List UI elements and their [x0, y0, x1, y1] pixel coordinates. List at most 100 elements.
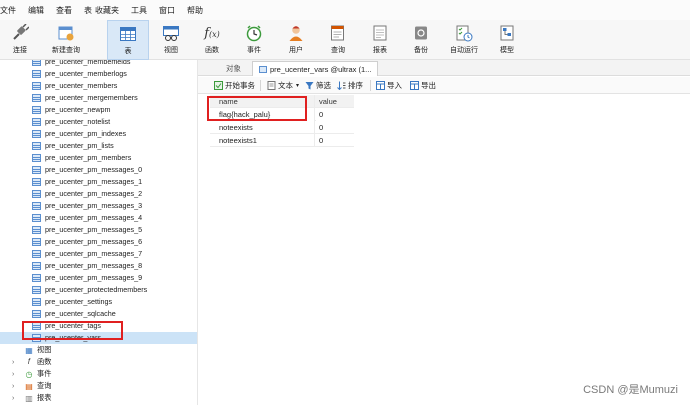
chevron-right-icon[interactable]: ›: [12, 383, 18, 390]
function-button[interactable]: f(x) 函数: [198, 20, 226, 60]
tree-node-event[interactable]: › ◷ 事件: [12, 368, 51, 380]
table-icon: [32, 166, 41, 174]
column-header-value[interactable]: value: [316, 95, 354, 108]
tree-item-label: pre_ucenter_pm_messages_7: [45, 249, 143, 258]
chevron-right-icon[interactable]: ›: [12, 395, 18, 402]
tree-node-label: 函数: [37, 357, 52, 366]
table-icon: [32, 70, 41, 78]
tree-node-label: 事件: [37, 369, 52, 378]
new-query-button[interactable]: 新建查询: [48, 20, 84, 60]
query-icon: [328, 23, 348, 43]
import-button[interactable]: 导入: [376, 80, 402, 91]
connect-button[interactable]: 连接: [6, 20, 34, 60]
event-button[interactable]: 事件: [240, 20, 268, 60]
table-icon: [32, 178, 41, 186]
user-button[interactable]: 用户: [282, 20, 310, 60]
cell-name[interactable]: noteexists: [210, 121, 315, 134]
menu-view[interactable]: 查看: [56, 5, 80, 16]
table-button[interactable]: 表: [107, 20, 149, 60]
backup-button[interactable]: 备份: [407, 20, 435, 60]
table-icon: [32, 82, 41, 90]
tree-item-label: pre_ucenter_pm_members: [45, 153, 132, 162]
menu-bar: 文件 编辑 查看 表 收藏夹 工具 窗口 帮助: [0, 0, 690, 20]
tree-node-function[interactable]: › 𝑓 函数: [12, 356, 51, 368]
cell-value[interactable]: 0: [316, 108, 354, 121]
tree-node-view[interactable]: ▦ 视图: [12, 344, 51, 356]
tree-item-table[interactable]: pre_ucenter_pm_messages_7: [0, 248, 197, 260]
tree-item-table[interactable]: pre_ucenter_sqlcache: [0, 308, 197, 320]
text-view-button[interactable]: 文本 ▾: [267, 80, 299, 91]
tree-item-label: pre_ucenter_pm_messages_6: [45, 237, 143, 246]
clock-icon: [244, 23, 264, 43]
tree-item-table[interactable]: pre_ucenter_pm_messages_0: [0, 164, 197, 176]
menu-favorites[interactable]: 收藏夹: [95, 5, 127, 16]
cell-value[interactable]: 0: [316, 121, 354, 134]
tree-item-table[interactable]: pre_ucenter_pm_messages_9: [0, 272, 197, 284]
model-button[interactable]: 模型: [493, 20, 521, 60]
tree-item-table[interactable]: pre_ucenter_pm_messages_6: [0, 236, 197, 248]
toolbar-separator: [370, 80, 371, 91]
cell-value[interactable]: 0: [316, 134, 354, 147]
tree-item-label: pre_ucenter_pm_messages_3: [45, 201, 143, 210]
tree-item-table[interactable]: pre_ucenter_pm_messages_4: [0, 212, 197, 224]
sort-button[interactable]: 排序: [337, 80, 363, 91]
tree-item-label: pre_ucenter_pm_messages_5: [45, 225, 143, 234]
new-query-icon: [56, 23, 76, 43]
tree-item-label: pre_ucenter_pm_messages_9: [45, 273, 143, 282]
tree-item-table[interactable]: pre_ucenter_members: [0, 80, 197, 92]
tree-item-table[interactable]: pre_ucenter_newpm: [0, 104, 197, 116]
cell-name[interactable]: noteexists1: [210, 134, 315, 147]
table-icon: [32, 214, 41, 222]
tab-objects[interactable]: 对象: [206, 61, 250, 76]
table-icon: [32, 262, 41, 270]
tree-item-table[interactable]: pre_ucenter_pm_messages_8: [0, 260, 197, 272]
tree-item-table[interactable]: pre_ucenter_notelist: [0, 116, 197, 128]
tree-item-table[interactable]: pre_ucenter_pm_indexes: [0, 128, 197, 140]
table-row[interactable]: noteexists 0: [210, 121, 354, 134]
table-row[interactable]: noteexists1 0: [210, 134, 354, 147]
table-icon: [32, 202, 41, 210]
tree-item-table[interactable]: pre_ucenter_mergemembers: [0, 92, 197, 104]
tree-item-table[interactable]: pre_ucenter_memberlogs: [0, 68, 197, 80]
table-icon: [32, 250, 41, 258]
function-icon: 𝑓: [27, 357, 31, 366]
tree-node-report[interactable]: › ▥ 报表: [12, 392, 51, 404]
transaction-icon: [214, 81, 223, 90]
menu-file[interactable]: 文件: [0, 5, 24, 16]
tree-item-table[interactable]: pre_ucenter_pm_messages_1: [0, 176, 197, 188]
menu-window[interactable]: 窗口: [159, 5, 183, 16]
tab-bar: 对象 pre_ucenter_vars @ultrax (1...: [198, 60, 690, 76]
tree-item-table[interactable]: pre_ucenter_pm_messages_2: [0, 188, 197, 200]
tree-node-query[interactable]: › ▤ 查询: [12, 380, 51, 392]
tree-item-table[interactable]: pre_ucenter_protectedmembers: [0, 284, 197, 296]
menu-table[interactable]: 表: [84, 5, 95, 16]
chevron-right-icon[interactable]: ›: [12, 371, 18, 378]
menu-edit[interactable]: 编辑: [28, 5, 52, 16]
tree-item-table[interactable]: pre_ucenter_memberfields: [0, 60, 197, 68]
report-button[interactable]: 报表: [366, 20, 394, 60]
tab-current-table[interactable]: pre_ucenter_vars @ultrax (1...: [252, 61, 379, 76]
menu-tools[interactable]: 工具: [131, 5, 155, 16]
auto-run-button[interactable]: 自动运行: [446, 20, 482, 60]
report-icon: [370, 23, 390, 43]
table-icon: [32, 226, 41, 234]
chevron-right-icon[interactable]: ›: [12, 359, 18, 366]
table-icon: [32, 274, 41, 282]
menu-help[interactable]: 帮助: [187, 5, 211, 16]
query-button[interactable]: 查询: [324, 20, 352, 60]
filter-button[interactable]: 筛选: [305, 80, 331, 91]
tree-node-label: 查询: [37, 381, 52, 390]
view-button[interactable]: 视图: [156, 20, 186, 60]
tree-item-table[interactable]: pre_ucenter_pm_members: [0, 152, 197, 164]
tree-item-label: pre_ucenter_pm_lists: [45, 141, 114, 150]
tree-item-table[interactable]: pre_ucenter_settings: [0, 296, 197, 308]
auto-run-icon: [454, 23, 474, 43]
main-toolbar: 连接 新建查询 表 视图 f(x) 函数 事件 用户 查询 报表 备份 自动运行…: [0, 20, 690, 60]
tree-item-table[interactable]: pre_ucenter_pm_messages_5: [0, 224, 197, 236]
tree-item-label: pre_ucenter_mergemembers: [45, 93, 138, 102]
tree-item-table[interactable]: pre_ucenter_pm_messages_3: [0, 200, 197, 212]
begin-transaction-button[interactable]: 开始事务: [214, 80, 255, 91]
tree-item-label: pre_ucenter_members: [45, 81, 118, 90]
export-button[interactable]: 导出: [410, 80, 436, 91]
tree-item-table[interactable]: pre_ucenter_pm_lists: [0, 140, 197, 152]
